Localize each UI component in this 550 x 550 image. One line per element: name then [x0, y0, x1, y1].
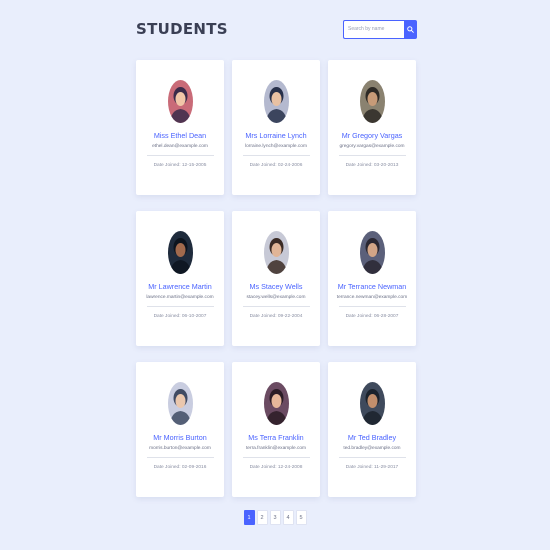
student-name[interactable]: Mr Ted Bradley: [348, 433, 396, 442]
page-button-5[interactable]: 5: [295, 510, 307, 525]
student-name[interactable]: Ms Stacey Wells: [250, 282, 303, 291]
student-card[interactable]: Ms Stacey Wells stacey.wells@example.com…: [232, 211, 320, 346]
search-button[interactable]: [404, 19, 417, 39]
pagination: 12345: [0, 510, 550, 525]
search-bar: [343, 19, 417, 39]
student-grid: Miss Ethel Dean ethel.dean@example.com D…: [136, 60, 417, 497]
student-email: lorraine.lynch@example.com: [245, 144, 307, 149]
student-email: ted.bradley@example.com: [343, 446, 401, 451]
student-name[interactable]: Ms Terra Franklin: [248, 433, 303, 442]
student-email: morris.burton@example.com: [149, 446, 211, 451]
student-email: gregory.vargas@example.com: [339, 144, 405, 149]
student-card[interactable]: Mr Morris Burton morris.burton@example.c…: [136, 362, 224, 497]
date-joined: Date Joined: 06-28-2007: [345, 314, 399, 319]
page-title: STUDENTS: [136, 20, 228, 38]
student-card[interactable]: Miss Ethel Dean ethel.dean@example.com D…: [136, 60, 224, 195]
student-card[interactable]: Mr Ted Bradley ted.bradley@example.com D…: [328, 362, 416, 497]
date-joined: Date Joined: 03-20-2013: [345, 163, 399, 168]
card-divider: [338, 457, 406, 458]
student-name[interactable]: Mr Lawrence Martin: [148, 282, 212, 291]
student-avatar: [167, 80, 193, 123]
student-card[interactable]: Mrs Lorraine Lynch lorraine.lynch@exampl…: [232, 60, 320, 195]
student-avatar: [167, 382, 193, 425]
card-divider: [242, 457, 310, 458]
page-button-2[interactable]: 2: [256, 510, 268, 525]
search-input[interactable]: [343, 19, 404, 39]
student-avatar: [359, 382, 385, 425]
student-card[interactable]: Ms Terra Franklin terra.franklin@example…: [232, 362, 320, 497]
date-joined: Date Joined: 02-24-2006: [249, 163, 303, 168]
date-joined: Date Joined: 02-09-2016: [153, 465, 207, 470]
student-name[interactable]: Miss Ethel Dean: [154, 131, 206, 140]
search-icon: [407, 25, 414, 33]
student-name[interactable]: Mr Gregory Vargas: [342, 131, 403, 140]
student-avatar: [359, 231, 385, 274]
student-email: ethel.dean@example.com: [152, 144, 208, 149]
card-divider: [146, 457, 214, 458]
student-name[interactable]: Mr Terrance Newman: [338, 282, 407, 291]
card-divider: [146, 155, 214, 156]
student-email: stacey.wells@example.com: [246, 295, 306, 300]
page-button-1[interactable]: 1: [243, 510, 255, 525]
student-card[interactable]: Mr Gregory Vargas gregory.vargas@example…: [328, 60, 416, 195]
student-name[interactable]: Mr Morris Burton: [153, 433, 207, 442]
student-avatar: [167, 231, 193, 274]
card-divider: [242, 306, 310, 307]
card-divider: [338, 306, 406, 307]
student-email: terrance.newman@example.com: [336, 295, 408, 300]
student-avatar: [263, 231, 289, 274]
student-card[interactable]: Mr Terrance Newman terrance.newman@examp…: [328, 211, 416, 346]
student-email: lawrence.martin@example.com: [146, 295, 214, 300]
student-name[interactable]: Mrs Lorraine Lynch: [245, 131, 306, 140]
date-joined: Date Joined: 06-10-2007: [153, 314, 207, 319]
date-joined: Date Joined: 12-24-2008: [249, 465, 303, 470]
date-joined: Date Joined: 09-22-2004: [249, 314, 303, 319]
card-divider: [146, 306, 214, 307]
date-joined: Date Joined: 12-15-2005: [153, 163, 207, 168]
page-button-3[interactable]: 3: [269, 510, 281, 525]
card-divider: [242, 155, 310, 156]
page-button-4[interactable]: 4: [282, 510, 294, 525]
date-joined: Date Joined: 11-29-2017: [345, 465, 399, 470]
student-avatar: [263, 80, 289, 123]
student-avatar: [263, 382, 289, 425]
student-card[interactable]: Mr Lawrence Martin lawrence.martin@examp…: [136, 211, 224, 346]
page-header: STUDENTS: [136, 18, 417, 40]
card-divider: [338, 155, 406, 156]
student-avatar: [359, 80, 385, 123]
student-email: terra.franklin@example.com: [245, 446, 307, 451]
